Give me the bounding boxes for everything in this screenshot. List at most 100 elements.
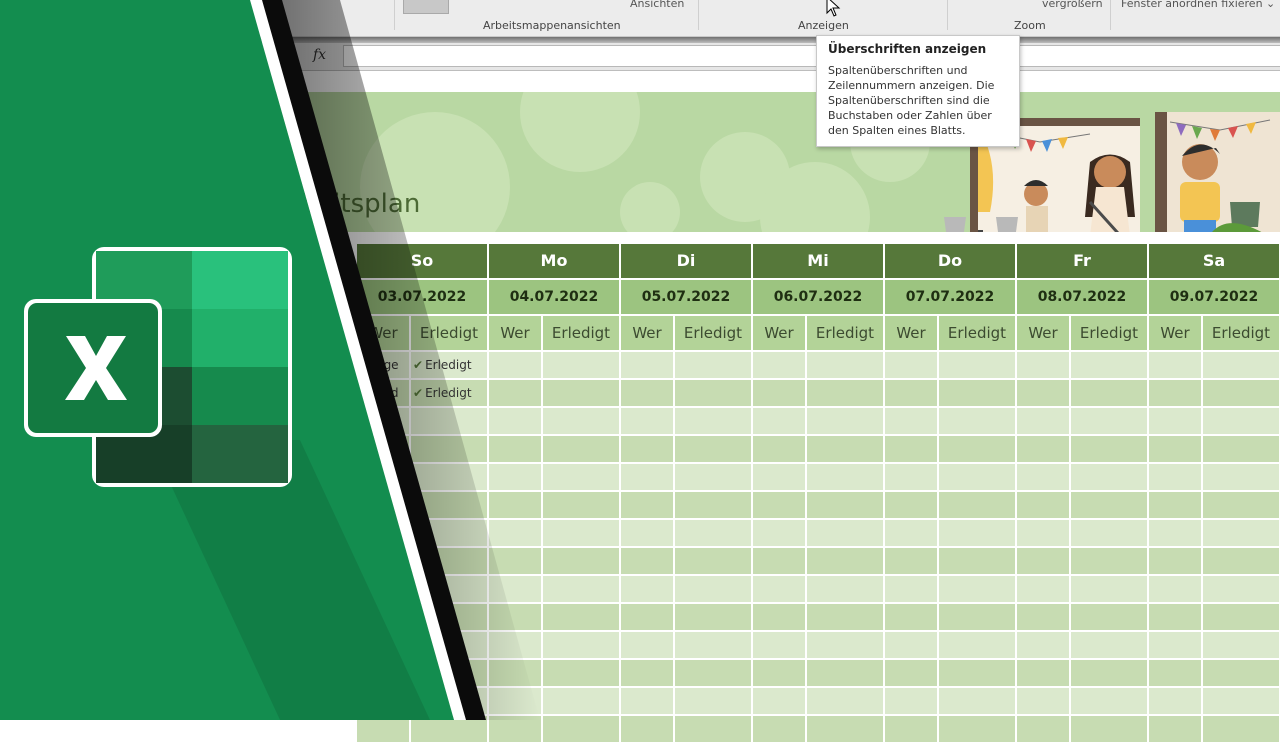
table-cell[interactable] <box>753 604 805 630</box>
table-cell[interactable] <box>621 464 673 490</box>
table-cell[interactable] <box>411 464 487 490</box>
table-cell[interactable] <box>939 604 1015 630</box>
table-cell[interactable] <box>357 688 409 714</box>
table-cell[interactable] <box>621 660 673 686</box>
table-cell[interactable] <box>1203 520 1279 546</box>
table-cell[interactable] <box>1149 352 1201 378</box>
table-cell[interactable] <box>1149 548 1201 574</box>
table-cell[interactable] <box>411 576 487 602</box>
table-cell[interactable] <box>885 520 937 546</box>
table-cell[interactable] <box>411 632 487 658</box>
done-column-header[interactable]: Erledigt <box>1071 316 1147 350</box>
table-cell[interactable] <box>489 632 541 658</box>
table-cell[interactable] <box>543 492 619 518</box>
table-cell[interactable] <box>1149 604 1201 630</box>
table-cell[interactable] <box>885 604 937 630</box>
table-cell[interactable] <box>1071 688 1147 714</box>
table-cell[interactable] <box>411 492 487 518</box>
table-cell[interactable] <box>885 464 937 490</box>
table-cell[interactable] <box>1017 688 1069 714</box>
table-cell[interactable] <box>621 688 673 714</box>
table-cell[interactable] <box>807 604 883 630</box>
table-cell[interactable] <box>939 352 1015 378</box>
table-cell[interactable] <box>1203 464 1279 490</box>
table-cell[interactable] <box>753 380 805 406</box>
table-cell[interactable] <box>543 520 619 546</box>
table-cell[interactable] <box>675 380 751 406</box>
table-cell[interactable] <box>621 408 673 434</box>
table-cell[interactable] <box>489 380 541 406</box>
table-cell[interactable] <box>357 604 409 630</box>
table-cell[interactable] <box>1071 548 1147 574</box>
who-column-header[interactable]: Wer <box>489 316 541 350</box>
table-cell[interactable] <box>411 548 487 574</box>
table-cell[interactable] <box>1149 492 1201 518</box>
table-cell[interactable] <box>489 408 541 434</box>
table-cell[interactable] <box>411 436 487 462</box>
table-cell[interactable] <box>489 576 541 602</box>
table-cell[interactable] <box>1149 380 1201 406</box>
table-cell[interactable] <box>885 492 937 518</box>
table-cell[interactable] <box>1203 688 1279 714</box>
done-column-header[interactable]: Erledigt <box>939 316 1015 350</box>
table-cell[interactable] <box>621 352 673 378</box>
table-cell[interactable] <box>411 660 487 686</box>
table-cell[interactable] <box>621 632 673 658</box>
table-cell[interactable] <box>753 520 805 546</box>
table-cell[interactable] <box>885 548 937 574</box>
table-cell[interactable] <box>1017 632 1069 658</box>
table-cell[interactable] <box>939 688 1015 714</box>
table-cell[interactable] <box>885 632 937 658</box>
table-cell[interactable] <box>753 660 805 686</box>
table-cell[interactable] <box>621 380 673 406</box>
table-cell[interactable] <box>1017 464 1069 490</box>
done-column-header[interactable]: Erledigt <box>675 316 751 350</box>
done-column-header[interactable]: Erledigt <box>807 316 883 350</box>
ribbon-vergroessern-label[interactable]: vergrößern <box>1042 0 1103 10</box>
date-header[interactable]: 03.07.2022 <box>357 280 487 314</box>
table-cell[interactable] <box>489 464 541 490</box>
table-cell[interactable] <box>1017 492 1069 518</box>
fx-icon[interactable]: fx <box>313 47 326 63</box>
table-cell[interactable] <box>675 436 751 462</box>
table-cell[interactable] <box>753 408 805 434</box>
table-cell[interactable] <box>1017 436 1069 462</box>
table-cell[interactable] <box>543 464 619 490</box>
table-cell[interactable] <box>489 520 541 546</box>
table-cell[interactable] <box>939 548 1015 574</box>
table-cell[interactable] <box>885 436 937 462</box>
table-cell[interactable] <box>807 492 883 518</box>
table-cell[interactable] <box>807 548 883 574</box>
table-cell[interactable] <box>621 576 673 602</box>
table-cell[interactable] <box>1149 688 1201 714</box>
table-cell[interactable] <box>1149 464 1201 490</box>
table-cell[interactable] <box>1203 576 1279 602</box>
who-column-header[interactable]: Wer <box>753 316 805 350</box>
day-header[interactable]: Sa <box>1149 244 1279 278</box>
table-cell[interactable] <box>939 380 1015 406</box>
date-header[interactable]: 07.07.2022 <box>885 280 1015 314</box>
table-cell[interactable] <box>885 408 937 434</box>
table-cell[interactable] <box>939 660 1015 686</box>
date-header[interactable]: 08.07.2022 <box>1017 280 1147 314</box>
table-cell[interactable] <box>675 520 751 546</box>
table-cell[interactable] <box>1203 604 1279 630</box>
table-cell[interactable] <box>807 688 883 714</box>
table-cell[interactable] <box>489 548 541 574</box>
who-column-header[interactable]: Wer <box>1017 316 1069 350</box>
table-cell[interactable] <box>807 632 883 658</box>
done-column-header[interactable]: Erledigt <box>1203 316 1279 350</box>
table-cell[interactable] <box>939 436 1015 462</box>
table-cell[interactable] <box>543 604 619 630</box>
table-cell[interactable] <box>621 436 673 462</box>
table-cell[interactable] <box>807 520 883 546</box>
done-column-header[interactable]: Erledigt <box>543 316 619 350</box>
date-header[interactable]: 06.07.2022 <box>753 280 883 314</box>
table-cell[interactable] <box>807 352 883 378</box>
table-cell[interactable] <box>807 576 883 602</box>
table-cell[interactable] <box>939 464 1015 490</box>
table-cell[interactable] <box>939 632 1015 658</box>
ribbon-button-tile[interactable] <box>403 0 449 14</box>
table-cell[interactable] <box>1071 436 1147 462</box>
table-cell[interactable] <box>411 520 487 546</box>
